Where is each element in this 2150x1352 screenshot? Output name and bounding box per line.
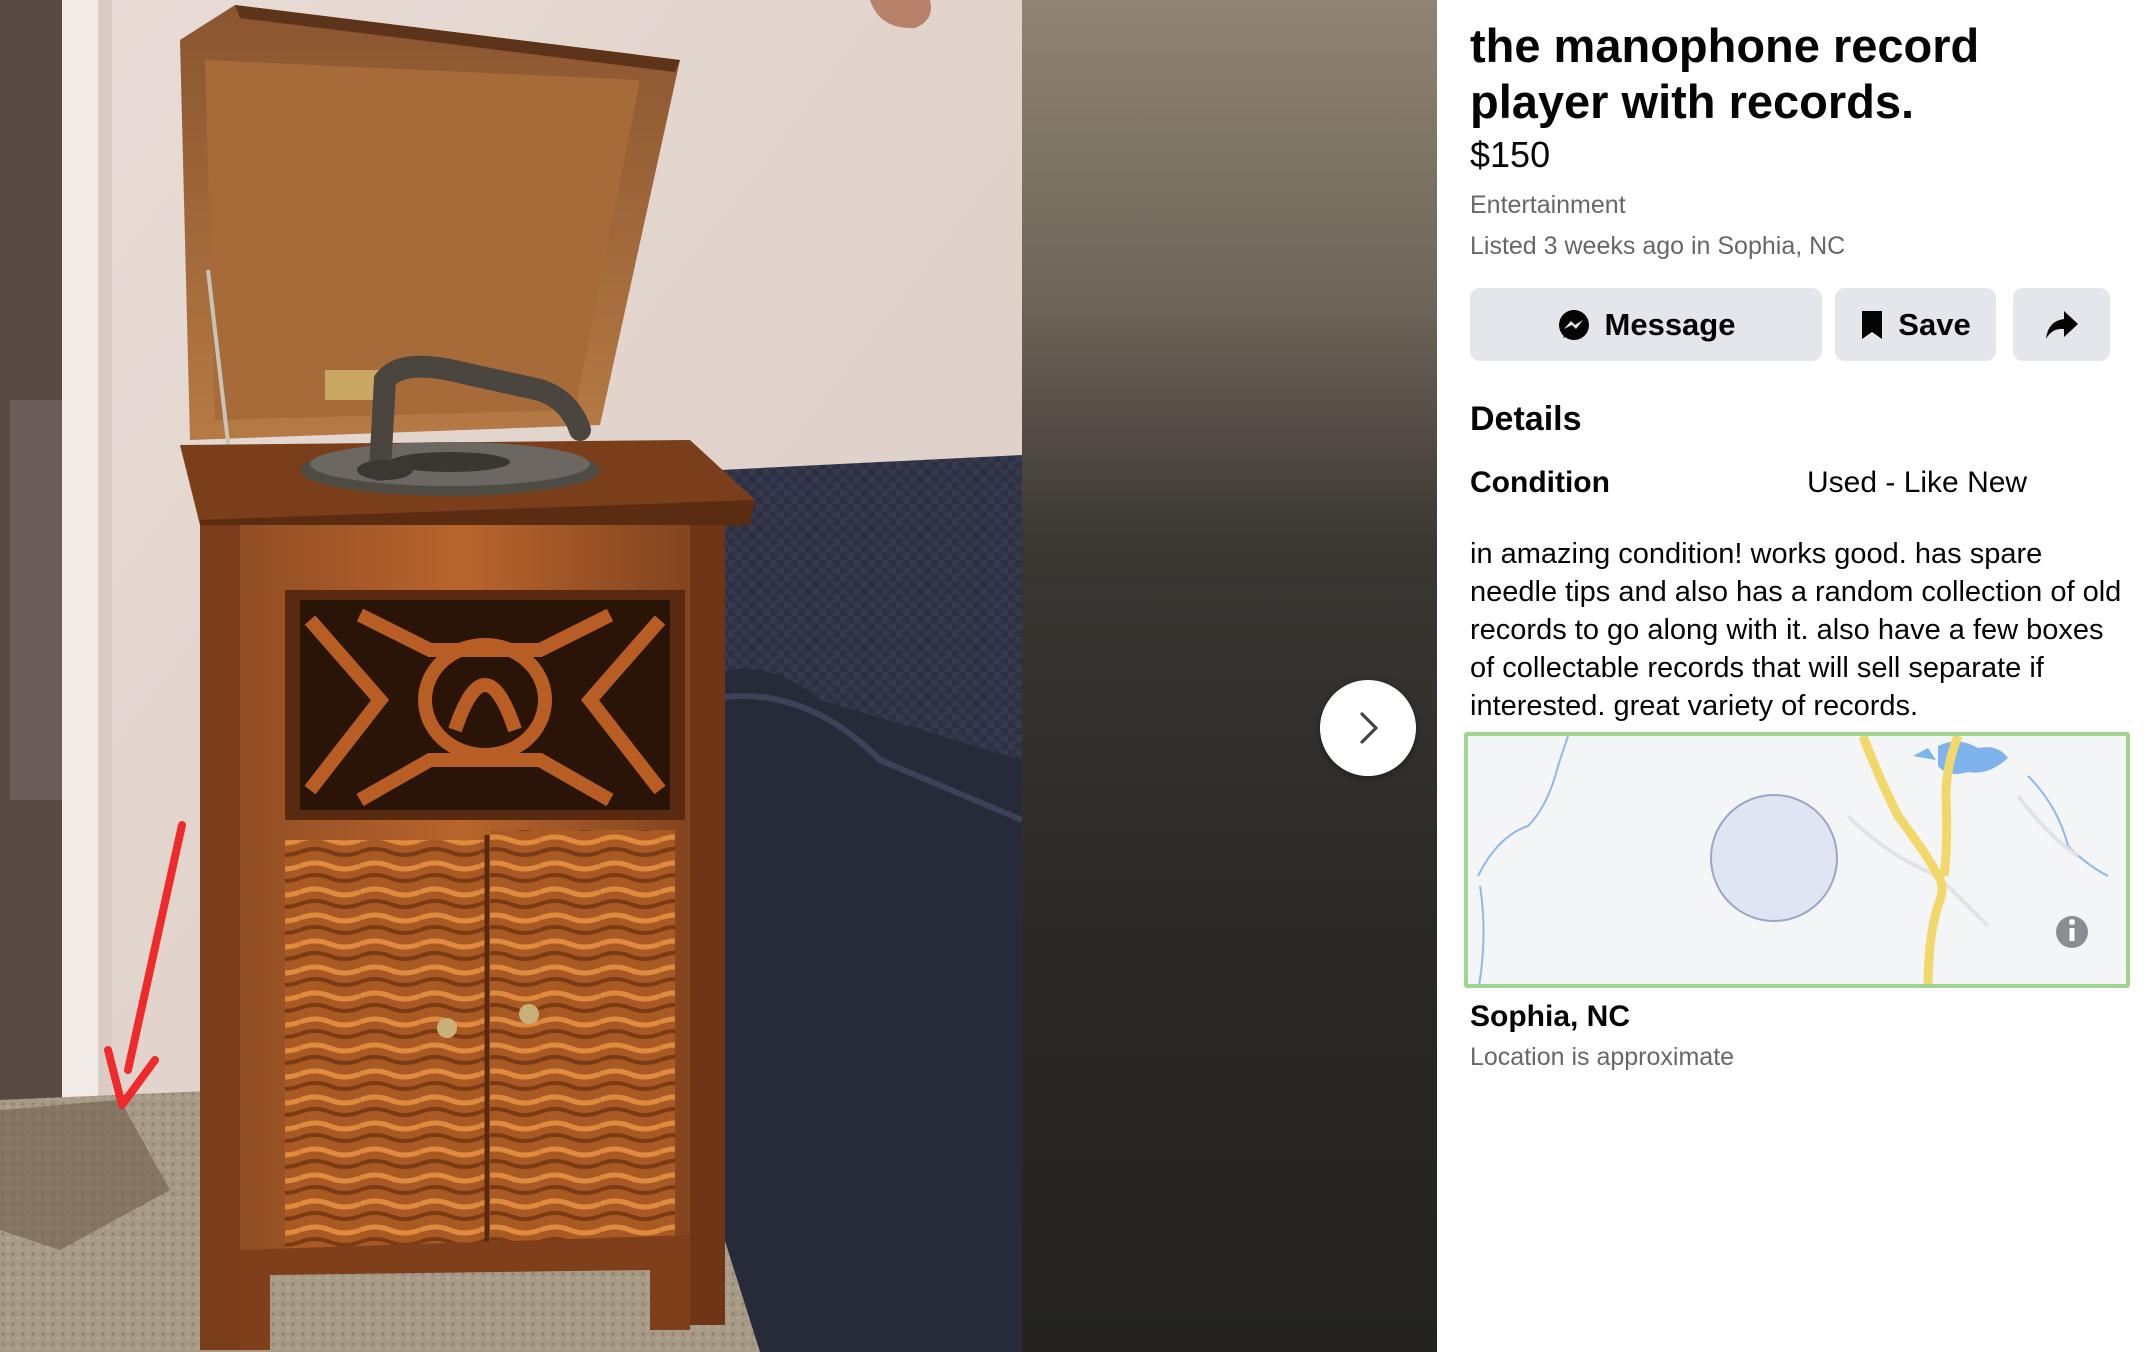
chevron-right-icon [1360,712,1378,744]
photo-blur-background [1022,0,1437,1352]
next-photo-button[interactable] [1320,680,1416,776]
condition-value: Used - Like New [1807,466,2028,499]
messenger-icon [1558,309,1589,340]
listing-description: in amazing condition! works good. has sp… [1470,538,2122,722]
location-name: Sophia, NC [1470,1000,1631,1033]
listing-title: the manophone record player with records… [1470,19,1980,128]
share-button[interactable] [2013,288,2110,361]
message-button-label: Message [1604,306,1736,342]
share-arrow-icon [2045,310,2078,339]
listing-price: $150 [1470,134,1551,175]
map-graphic [1468,736,2126,984]
save-button-label: Save [1898,306,1971,342]
listing-details-panel: the manophone record player with records… [1437,0,2150,1352]
save-button[interactable]: Save [1835,288,1996,361]
listing-category[interactable]: Entertainment [1470,191,1626,220]
condition-label: Condition [1470,466,1610,499]
details-heading: Details [1470,400,1582,438]
bookmark-icon [1862,310,1883,339]
listing-date-location: Listed 3 weeks ago in Sophia, NC [1470,232,1846,260]
media-viewer [0,0,1437,1352]
message-button[interactable]: Message [1470,288,1822,361]
listing-photo [0,0,1022,1352]
location-approximate-note: Location is approximate [1470,1043,1735,1071]
location-map[interactable] [1464,732,2130,988]
info-icon[interactable] [2056,916,2088,948]
